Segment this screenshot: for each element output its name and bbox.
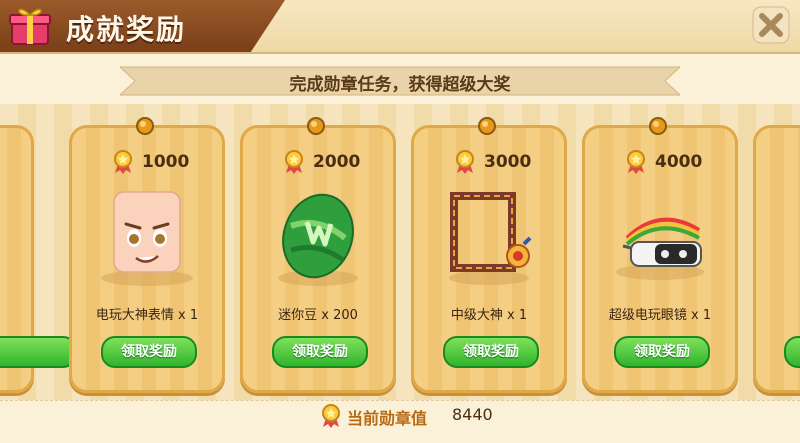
vr-goggles-icon	[616, 217, 704, 280]
reward-card-3: 3000 中级大神 x 1 领取奖励	[411, 117, 567, 393]
claim-reward-button[interactable]: 领取奖励	[272, 336, 368, 368]
pin-icon	[307, 117, 325, 135]
pin-icon	[649, 117, 667, 135]
medal-icon	[627, 150, 645, 174]
reward-name: 迷你豆 x 200	[278, 308, 358, 323]
pin-icon	[478, 117, 496, 135]
gift-icon	[9, 8, 51, 45]
subtitle-wrap: 完成勋章任务，获得超级大奖	[120, 64, 680, 98]
reward-cost: 1000	[142, 152, 190, 172]
medal-icon	[456, 150, 474, 174]
mini-bean-egg-icon	[278, 193, 358, 286]
claim-button-partial-left[interactable]	[0, 336, 77, 368]
claim-reward-button[interactable]: 领取奖励	[614, 336, 710, 368]
achievement-reward-panel: 成就奖励 完成勋章任务，获得超级大奖 1000 电玩大神表情 x 1 领取奖励	[0, 0, 800, 443]
medal-icon	[285, 150, 303, 174]
frame-medal-icon	[449, 192, 532, 285]
face-expression-icon	[101, 191, 193, 286]
reward-card-partial-left	[0, 125, 77, 393]
claim-button-partial-right[interactable]	[784, 336, 800, 368]
claim-reward-button[interactable]: 领取奖励	[443, 336, 539, 368]
reward-card-1: 1000 电玩大神表情 x 1 领取奖励	[69, 117, 225, 393]
reward-card-2: 2000 迷你豆 x 200 领取奖励	[240, 117, 396, 393]
reward-cost: 3000	[484, 152, 532, 172]
reward-card-4: 4000 超级电玩眼镜 x 1 领取奖励	[582, 117, 738, 393]
reward-name: 电玩大神表情 x 1	[95, 308, 199, 323]
medal-icon	[322, 404, 340, 428]
subtitle-text: 完成勋章任务，获得超级大奖	[289, 75, 511, 95]
pin-icon	[136, 117, 154, 135]
claim-reward-button[interactable]: 领取奖励	[101, 336, 197, 368]
page-title: 成就奖励	[66, 13, 187, 46]
current-medal-label: 当前勋章值	[347, 409, 428, 428]
reward-card-partial-right	[753, 125, 800, 393]
reward-cost: 2000	[313, 152, 361, 172]
current-medal-value: 8440	[452, 405, 493, 424]
reward-name: 超级电玩眼镜 x 1	[608, 308, 712, 323]
reward-cost: 4000	[655, 152, 703, 172]
medal-icon	[114, 150, 132, 174]
reward-name: 中级大神 x 1	[450, 308, 528, 323]
close-icon[interactable]	[752, 6, 790, 44]
